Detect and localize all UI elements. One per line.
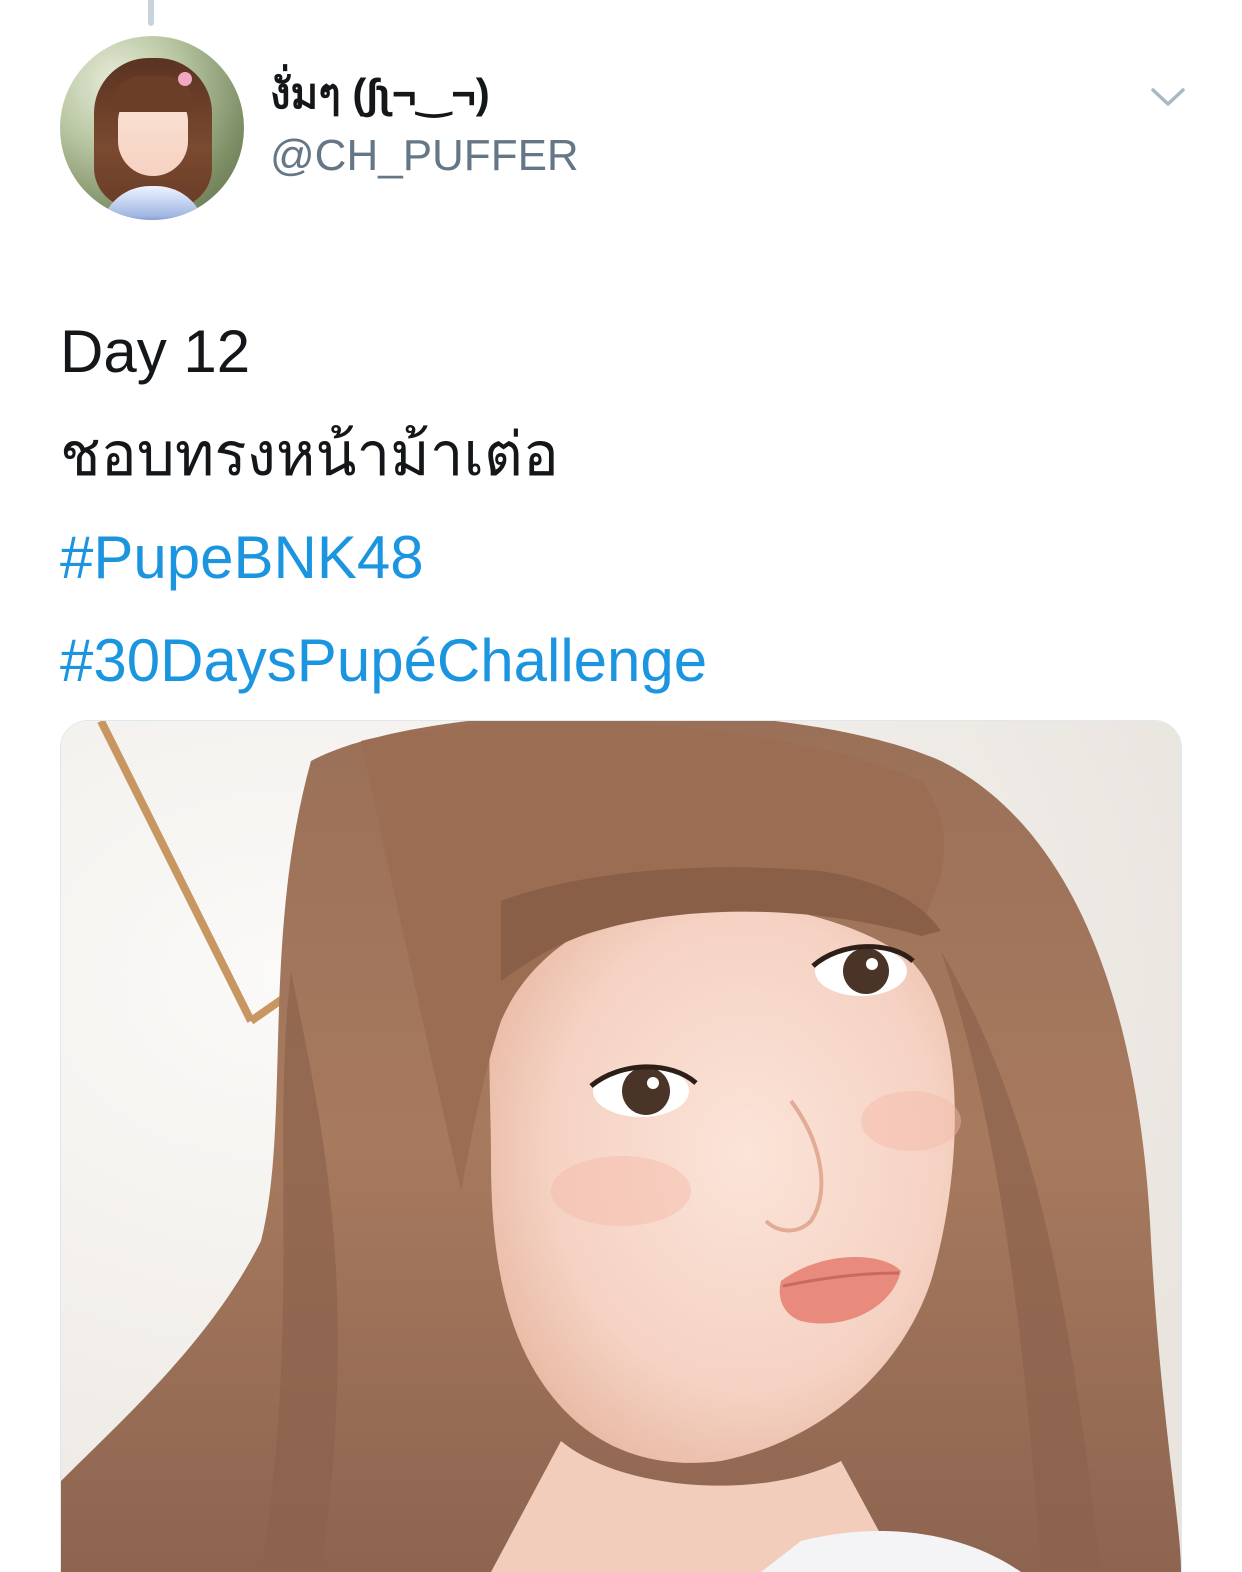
tweet-text-line: Day 12: [60, 318, 251, 385]
photo-selfie: [61, 721, 1181, 1572]
tweet-text-line: ชอบทรงหน้าม้าเต่อ: [60, 421, 559, 488]
author-display-name[interactable]: งั่มๆ (∫ʅ¬‿¬): [270, 66, 490, 122]
hashtag-link[interactable]: #PupeBNK48: [60, 506, 1180, 609]
tweet-photo[interactable]: [60, 720, 1182, 1572]
author-username[interactable]: @CH_PUFFER: [270, 128, 579, 184]
avatar[interactable]: [60, 36, 244, 220]
chevron-down-icon: [1151, 88, 1185, 106]
hashtag-link[interactable]: #30DaysPupéChallenge: [60, 609, 1180, 712]
thread-connector-line: [148, 0, 154, 26]
tweet-menu-button[interactable]: [1148, 82, 1188, 112]
tweet-text: Day 12 ชอบทรงหน้าม้าเต่อ #PupeBNK48 #30D…: [60, 300, 1180, 712]
